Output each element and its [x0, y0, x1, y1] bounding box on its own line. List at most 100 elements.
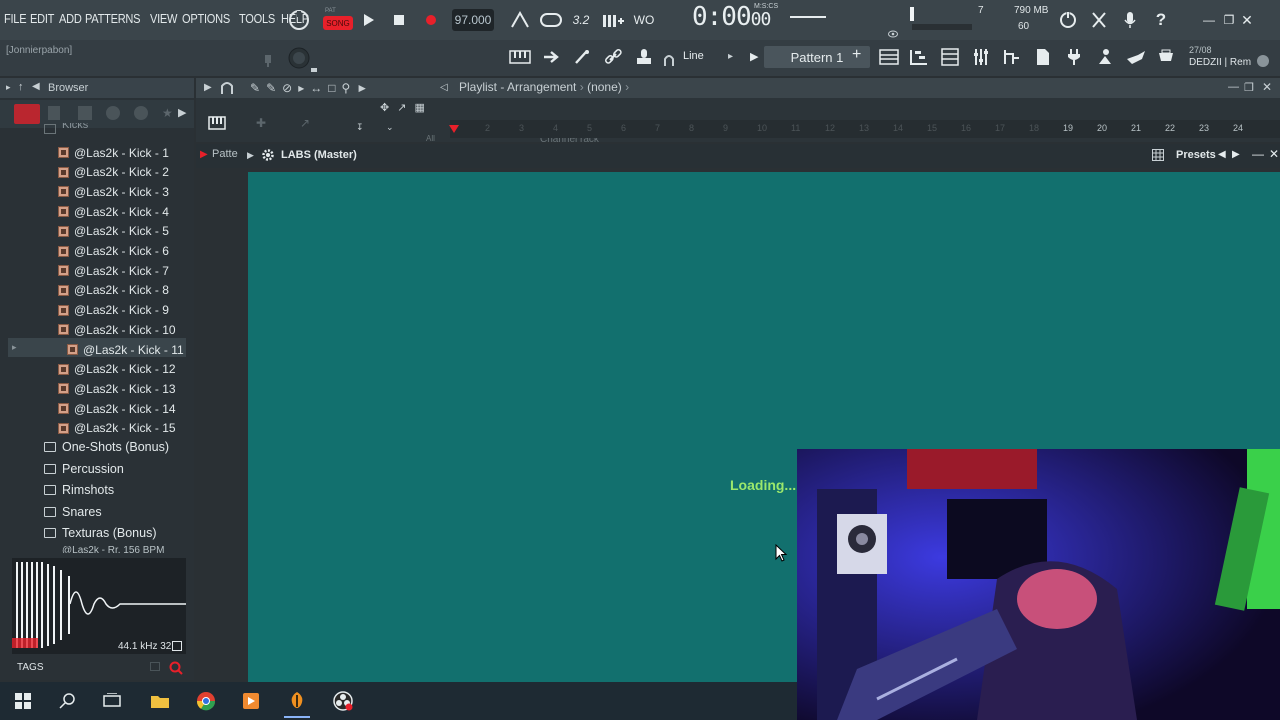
- channel-routing-icon[interactable]: [999, 45, 1025, 69]
- plugin-gear-icon[interactable]: [261, 148, 275, 162]
- task-view-icon[interactable]: [101, 690, 123, 712]
- browser-file-item[interactable]: @Las2k - Kick - 10: [58, 320, 176, 339]
- playlist-snap-icon[interactable]: [220, 81, 234, 95]
- record-button[interactable]: [418, 8, 444, 32]
- obs-icon[interactable]: [332, 690, 354, 712]
- windows-start-icon[interactable]: [12, 690, 34, 712]
- news-ticker[interactable]: DEDZII | Rem: [1189, 57, 1251, 68]
- browser-plugin-filter-icon[interactable]: [78, 106, 92, 120]
- browser-all-filter-button[interactable]: [14, 104, 40, 124]
- playlist-diagonal-icon[interactable]: ↗: [300, 116, 310, 130]
- browser-file-item[interactable]: @Las2k - Kick - 9: [58, 301, 169, 320]
- metronome-knob-icon[interactable]: [286, 8, 312, 32]
- playlist-close-icon[interactable]: ✕: [1262, 80, 1272, 94]
- link-icon[interactable]: [600, 45, 626, 69]
- slice-icon[interactable]: ↗: [397, 101, 406, 115]
- playlist-minimize-icon[interactable]: —: [1228, 81, 1239, 93]
- browser-file-item[interactable]: @Las2k - Kick - 15: [58, 419, 176, 438]
- playback-icon[interactable]: ►: [356, 81, 368, 95]
- channel-rack-icon[interactable]: [937, 45, 963, 69]
- piano-roll-icon[interactable]: [507, 45, 533, 69]
- countdown-icon[interactable]: 3.2: [568, 8, 594, 32]
- zoom-icon[interactable]: ⚲: [341, 81, 350, 95]
- chrome-icon[interactable]: [195, 690, 217, 712]
- performance-icon[interactable]: [1092, 45, 1118, 69]
- plugin-minimize-icon[interactable]: —: [1252, 147, 1264, 161]
- tags-label[interactable]: TAGS: [17, 662, 43, 673]
- browser-toggle-icon[interactable]: [1030, 45, 1056, 69]
- main-pitch-knob[interactable]: [287, 46, 311, 70]
- browser-file-item[interactable]: @Las2k - Kick - 7: [58, 261, 169, 280]
- playlist-piano-icon[interactable]: [208, 116, 226, 130]
- menu-file[interactable]: FILE: [4, 11, 27, 26]
- pencil-icon[interactable]: ✎: [250, 81, 260, 95]
- browser-file-item[interactable]: @Las2k - Kick - 12: [58, 360, 176, 379]
- tags-folder-icon[interactable]: [150, 662, 160, 671]
- move-icon[interactable]: ✥: [380, 101, 389, 115]
- folder-rimshots[interactable]: Rimshots: [44, 479, 114, 500]
- stamp-icon[interactable]: [631, 45, 657, 69]
- browser-file-item[interactable]: @Las2k - Kick - 4: [58, 202, 169, 221]
- plugin-preset-grid-icon[interactable]: [1152, 148, 1164, 161]
- tempo-display[interactable]: 97.000: [452, 9, 494, 31]
- volume-meter-marker[interactable]: [910, 7, 914, 21]
- fl-studio-icon[interactable]: [286, 690, 308, 712]
- brush-icon[interactable]: [569, 45, 595, 69]
- slip-icon[interactable]: ↔: [310, 81, 322, 95]
- presets-button[interactable]: Presets: [1176, 149, 1216, 161]
- playlist-menu-icon[interactable]: ▶: [204, 82, 212, 93]
- preset-next-icon[interactable]: ▶: [1232, 149, 1240, 160]
- play-button[interactable]: [356, 8, 382, 32]
- menu-tools[interactable]: TOOLS: [239, 11, 275, 26]
- mixer-icon[interactable]: [968, 45, 994, 69]
- browser-file-item[interactable]: @Las2k - Kick - 3: [58, 182, 169, 201]
- browser-star-icon[interactable]: ★: [162, 106, 173, 120]
- pattern-arrow-icon[interactable]: ▶: [200, 149, 208, 160]
- help-icon[interactable]: ?: [1148, 8, 1174, 32]
- browser-file-item[interactable]: @Las2k - Kick - 1: [58, 143, 169, 162]
- hand-icon[interactable]: [1123, 45, 1149, 69]
- step-edit-icon[interactable]: [600, 8, 626, 32]
- browser-file-filter-icon[interactable]: [48, 106, 60, 120]
- playlist-pattern-selector[interactable]: (none): [587, 80, 622, 94]
- browser-back-icon[interactable]: ◀: [32, 81, 40, 92]
- save-sample-icon[interactable]: [172, 641, 182, 651]
- wait-input-icon[interactable]: [538, 8, 564, 32]
- browser-file-item[interactable]: @Las2k - Kick - 14: [58, 399, 176, 418]
- plugin-menu-arrow-icon[interactable]: ▶: [247, 150, 254, 161]
- playlist-icon[interactable]: [876, 45, 902, 69]
- tags-search-icon[interactable]: [168, 660, 184, 676]
- menu-add[interactable]: ADD: [59, 11, 82, 26]
- preset-prev-icon[interactable]: ◀: [1218, 149, 1226, 160]
- folder-one-shots[interactable]: One-Shots (Bonus): [44, 436, 169, 457]
- dropdown-icon[interactable]: ⌄: [386, 122, 394, 133]
- tools-icon[interactable]: [1086, 8, 1112, 32]
- metronome-icon[interactable]: [507, 8, 533, 32]
- refresh-icon[interactable]: [1055, 8, 1081, 32]
- browser-expand-icon[interactable]: ▶: [178, 106, 186, 119]
- taskbar-search-icon[interactable]: [57, 690, 79, 712]
- select-icon[interactable]: □: [328, 81, 335, 95]
- shop-cart-icon[interactable]: [1153, 45, 1179, 69]
- collapse-icon[interactable]: ↧: [356, 122, 364, 133]
- browser-menu-icon[interactable]: ▸: [6, 82, 11, 93]
- pin-icon[interactable]: [262, 54, 274, 67]
- partial-file-item[interactable]: @Las2k - Rr. 156 BPM: [62, 546, 164, 553]
- browser-file-item[interactable]: @Las2k - Kick - 5: [58, 222, 169, 241]
- folder-texturas[interactable]: Texturas (Bonus): [44, 522, 156, 543]
- folder-percussion[interactable]: Percussion: [44, 458, 124, 479]
- stop-button[interactable]: [386, 8, 412, 32]
- folder-snares[interactable]: Snares: [44, 501, 102, 522]
- pat-song-toggle[interactable]: PAT SONG: [323, 8, 353, 32]
- play-pattern-icon[interactable]: ▶: [750, 50, 758, 63]
- magnet-icon[interactable]: [664, 53, 674, 66]
- playlist-plus-icon[interactable]: ✚: [256, 116, 266, 130]
- menu-view[interactable]: VIEW: [150, 11, 177, 26]
- browser-file-item[interactable]: @Las2k - Kick - 6: [58, 242, 169, 261]
- snap-selector[interactable]: Line: [683, 50, 704, 62]
- menu-patterns[interactable]: PATTERNS: [85, 11, 141, 26]
- browser-project-filter-icon[interactable]: [106, 106, 120, 120]
- browser-file-item[interactable]: @Las2k - Kick - 2: [58, 163, 169, 182]
- menu-options[interactable]: OPTIONS: [182, 11, 230, 26]
- kicks-folder-label[interactable]: Kicks: [62, 123, 88, 130]
